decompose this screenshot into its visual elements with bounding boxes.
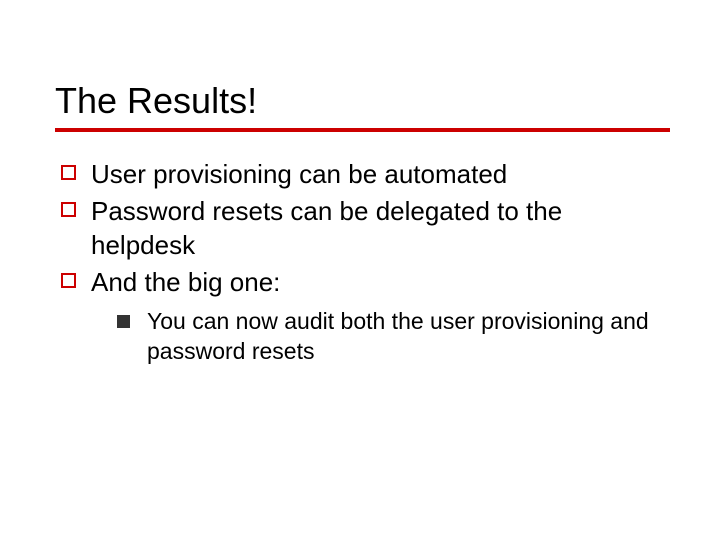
list-item: Password resets can be delegated to the … bbox=[55, 195, 670, 262]
slide-title: The Results! bbox=[55, 80, 670, 122]
list-item: And the big one: You can now audit both … bbox=[55, 266, 670, 367]
list-item-text: Password resets can be delegated to the … bbox=[91, 196, 562, 259]
sub-bullet-list: You can now audit both the user provisio… bbox=[91, 307, 670, 367]
list-item: User provisioning can be automated bbox=[55, 158, 670, 191]
slide: The Results! User provisioning can be au… bbox=[0, 0, 720, 540]
list-item-text: You can now audit both the user provisio… bbox=[147, 308, 649, 364]
title-underline bbox=[55, 128, 670, 132]
list-item-text: And the big one: bbox=[91, 267, 280, 297]
list-item: You can now audit both the user provisio… bbox=[111, 307, 670, 367]
bullet-list: User provisioning can be automated Passw… bbox=[55, 158, 670, 367]
list-item-text: User provisioning can be automated bbox=[91, 159, 507, 189]
